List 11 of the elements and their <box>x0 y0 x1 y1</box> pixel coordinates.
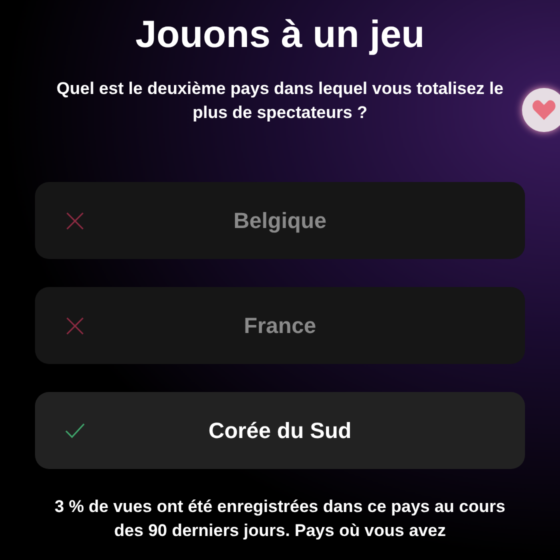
answer-option[interactable]: France <box>35 287 525 364</box>
answer-option[interactable]: Corée du Sud <box>35 392 525 469</box>
answer-option[interactable]: Belgique <box>35 182 525 259</box>
heart-button[interactable] <box>522 88 560 132</box>
page-title: Jouons à un jeu <box>135 14 425 57</box>
check-icon <box>65 420 85 440</box>
explanation-text: 3 % de vues ont été enregistrées dans ce pays au cours des 90 derniers jours. Pays où vous avez <box>54 496 506 542</box>
heart-icon <box>532 99 556 121</box>
cross-icon <box>65 210 85 230</box>
cross-icon <box>65 316 85 336</box>
question-text: Quel est le deuxième pays dans lequel vous totalisez le plus de spectateurs ? <box>56 78 504 124</box>
